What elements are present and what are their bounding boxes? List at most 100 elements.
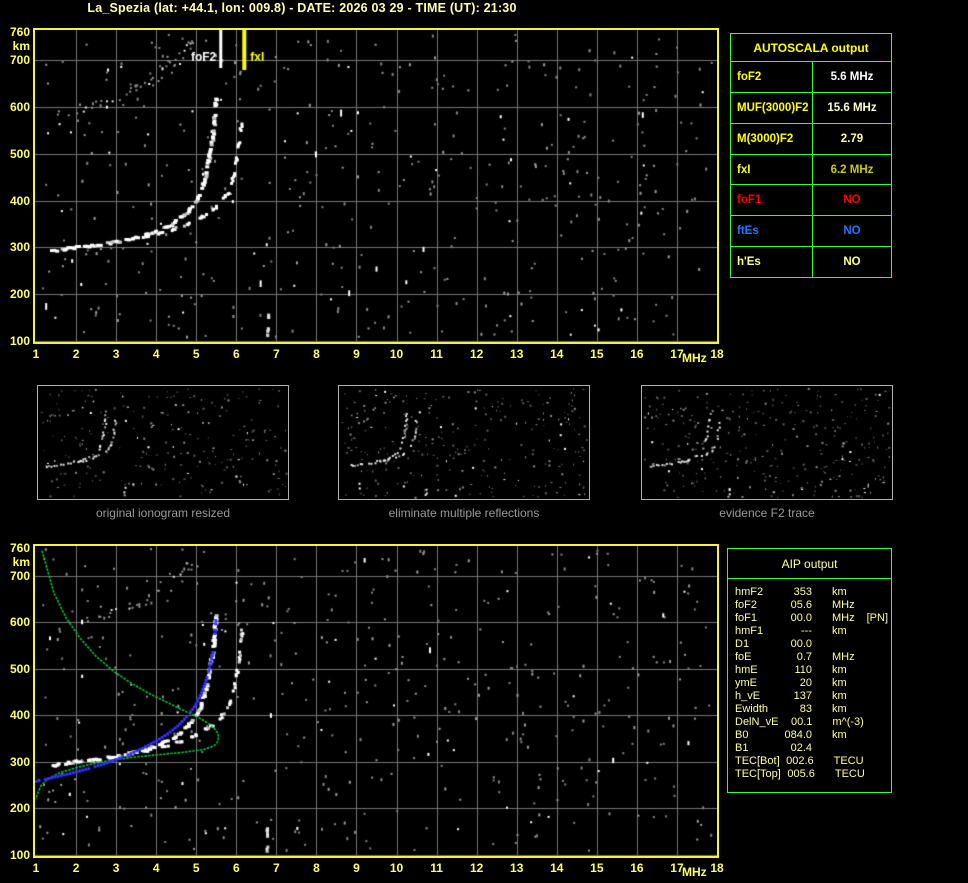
autoscala-row-label: foF2 (731, 62, 813, 92)
x-tick-label: 1 (32, 347, 40, 361)
aip-label: ymE (735, 677, 757, 689)
y-tick-label: 100 (9, 847, 30, 862)
x-axis-unit: MHz (681, 351, 707, 365)
autoscala-row-fof1: foF1 NO (731, 185, 891, 217)
thumbnail-original-ionogram (37, 385, 289, 500)
x-tick-label: 5 (192, 861, 200, 875)
x-tick-label: 2 (72, 347, 80, 361)
x-tick-label: 1 (32, 861, 40, 875)
x-axis-unit: MHz (681, 865, 707, 879)
thumbnail-evidence-f2-trace (641, 385, 893, 500)
aip-row-b1: B1 02.4 (735, 742, 891, 755)
x-tick-label: 7 (273, 861, 280, 875)
aip-label: foE (735, 651, 752, 663)
x-tick-label: 3 (112, 861, 120, 875)
x-tick-label: 3 (112, 347, 120, 361)
aip-label: hmF2 (735, 586, 764, 598)
aip-row-hmf2: hmF2 353 km (735, 586, 891, 599)
autoscala-row-m3000f2: M(3000)F2 2.79 (731, 123, 891, 155)
y-tick-label: 760 (9, 541, 30, 555)
aip-row-ewidth: Ewidth 83 km (735, 703, 891, 716)
autoscala-row-value: NO (843, 194, 861, 207)
y-axis-unit: km (12, 555, 30, 569)
aip-unit: km (832, 729, 847, 741)
x-tick-label: 6 (232, 347, 240, 361)
profile-ionogram-plot (35, 546, 717, 856)
autoscala-row-fxi: fxI 6.2 MHz (731, 154, 891, 186)
aip-unit: MHz (832, 599, 855, 611)
aip-row-delnve: DelN_vE 00.1 m^(-3) (735, 716, 891, 729)
y-tick-label: 760 (9, 24, 30, 39)
aip-extra: [PN] (866, 612, 889, 624)
aip-label: B1 (735, 742, 749, 754)
aip-value: 00.0 (790, 612, 812, 624)
x-tick-label: 9 (353, 861, 360, 875)
autoscala-row-hes: h'Es NO (731, 247, 891, 278)
aip-table-body: hmF2 353 km foF2 05.6 MHz foF1 00.0 MHz [PN] hmF1 -… (728, 579, 891, 781)
aip-value: 137 (793, 690, 812, 702)
aip-row-fof1: foF1 00.0 MHz [PN] (735, 612, 891, 625)
aip-value: 00.0 (790, 638, 812, 650)
x-tick-label: 2 (72, 861, 80, 875)
x-tick-label: 12 (469, 861, 484, 875)
aip-row-d1: D1 00.0 (735, 638, 891, 651)
autoscala-window: La_Spezia (lat: +44.1, lon: 009.8) - DAT… (0, 0, 968, 883)
autoscala-row-value: NO (843, 256, 861, 269)
y-tick-label: 300 (9, 754, 30, 769)
aip-value: 05.6 (790, 599, 812, 611)
autoscala-row-label: MUF(3000)F2 (731, 92, 813, 123)
autoscala-row-label: ftEs (731, 216, 813, 247)
x-tick-label: 16 (630, 347, 644, 361)
autoscala-row-value: 5.6 MHz (830, 70, 874, 83)
aip-value: 83 (799, 703, 812, 715)
x-tick-label: 15 (590, 347, 604, 361)
aip-label: foF1 (735, 612, 758, 624)
y-tick-label: 700 (9, 568, 30, 583)
x-tick-label: 14 (550, 347, 564, 361)
x-tick-label: 10 (389, 861, 404, 875)
y-tick-label: 400 (9, 708, 30, 723)
aip-row-yme: ymE 20 km (735, 677, 891, 690)
aip-unit: m^(-3) (832, 716, 864, 728)
y-tick-label: 600 (9, 615, 30, 630)
thumbnail-caption-eliminate: eliminate multiple reflections (388, 506, 540, 520)
aip-table-header: AIP output (728, 549, 891, 579)
autoscala-row-label: fxI (731, 154, 813, 185)
x-tick-label: 11 (430, 347, 443, 361)
aip-unit: TECU (834, 768, 865, 780)
aip-value: 005.6 (787, 768, 815, 780)
y-tick-label: 700 (9, 52, 30, 67)
x-tick-label: 12 (469, 347, 484, 361)
aip-unit: km (832, 625, 847, 637)
autoscala-row-muf3000f2: MUF(3000)F2 15.6 MHz (731, 92, 891, 124)
autoscala-row-label: foF1 (731, 185, 813, 216)
aip-unit: km (832, 690, 847, 702)
aip-unit: km (832, 586, 847, 598)
window-title: La_Spezia (lat: +44.1, lon: 009.8) - DAT… (87, 1, 517, 15)
aip-row-foe: foE 0.7 MHz (735, 651, 891, 664)
main-ionogram-plot (35, 30, 717, 342)
aip-row-hve: h_vE 137 km (735, 690, 891, 703)
y-tick-label: 400 (9, 193, 30, 208)
y-tick-label: 200 (9, 287, 30, 302)
y-axis-unit: km (12, 38, 30, 53)
x-tick-label: 8 (313, 347, 320, 361)
aip-value: 02.4 (790, 742, 812, 754)
aip-label: Ewidth (735, 703, 769, 715)
aip-unit: km (832, 664, 847, 676)
aip-label: D1 (735, 638, 750, 650)
x-tick-label: 14 (550, 861, 564, 875)
aip-value: 20 (799, 677, 812, 689)
autoscala-row-ftes: ftEs NO (731, 216, 891, 248)
x-tick-label: 7 (273, 347, 280, 361)
autoscala-row-label: h'Es (731, 247, 813, 278)
x-tick-label: 9 (353, 347, 360, 361)
x-tick-label: 8 (313, 861, 320, 875)
aip-value: 0.7 (796, 651, 812, 663)
y-tick-label: 600 (9, 99, 30, 114)
aip-row-hmf1: hmF1 --- km (735, 625, 891, 638)
aip-row-fof2: foF2 05.6 MHz (735, 599, 891, 612)
x-tick-label: 18 (710, 347, 724, 361)
autoscala-row-value: 15.6 MHz (827, 101, 877, 114)
aip-value: 353 (793, 586, 812, 598)
